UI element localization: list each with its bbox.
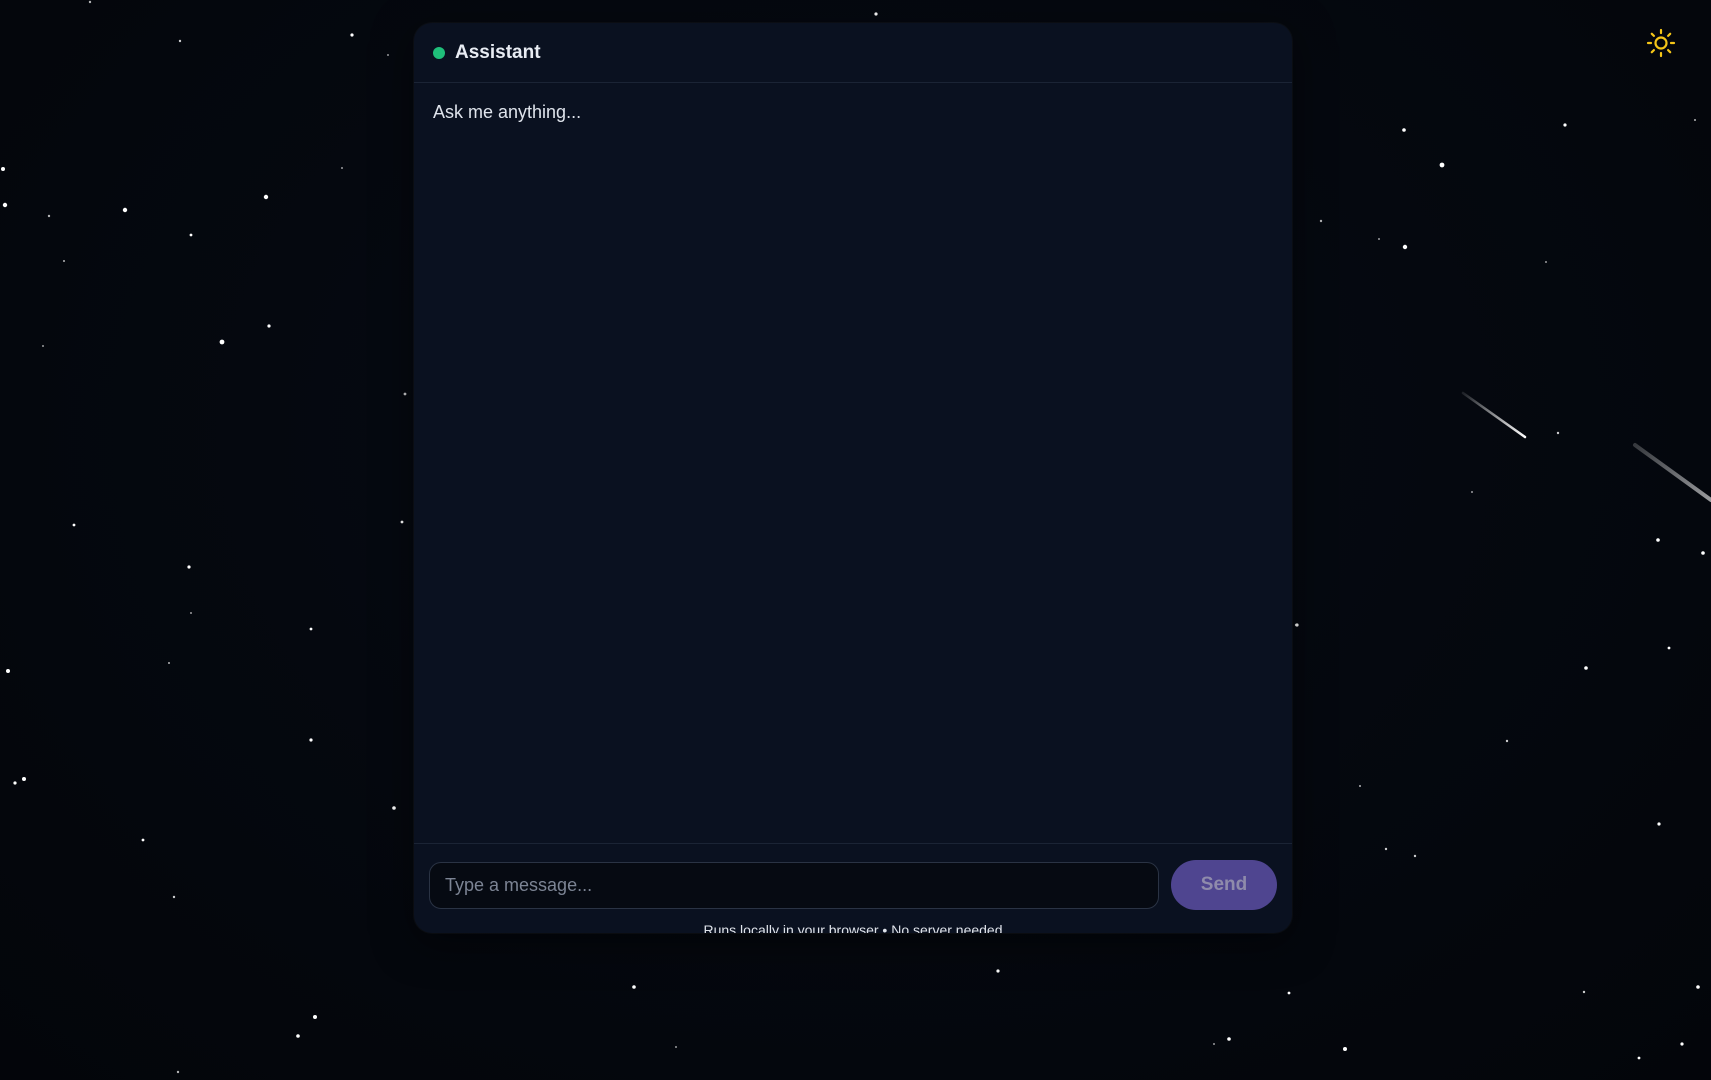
sun-icon [1646,28,1676,58]
footer-note: Runs locally in your browser • No server… [703,922,1003,933]
message-input[interactable] [429,862,1159,909]
shooting-star [1461,391,1527,439]
greeting-message: Ask me anything... [433,102,582,122]
assistant-title: Assistant [455,41,541,63]
shooting-star [1633,443,1711,502]
online-status-dot [433,46,445,59]
app-background: Assistant Ask me anything... Send Runs l… [0,0,1711,1080]
theme-toggle-button[interactable] [1644,26,1678,60]
chat-header: Assistant [414,23,1292,83]
send-button[interactable]: Send [1171,860,1277,910]
composer: Send Runs locally in your browser • No s… [414,844,1292,933]
chat-panel: Assistant Ask me anything... Send Runs l… [414,23,1292,933]
message-area[interactable]: Ask me anything... [414,83,1292,844]
